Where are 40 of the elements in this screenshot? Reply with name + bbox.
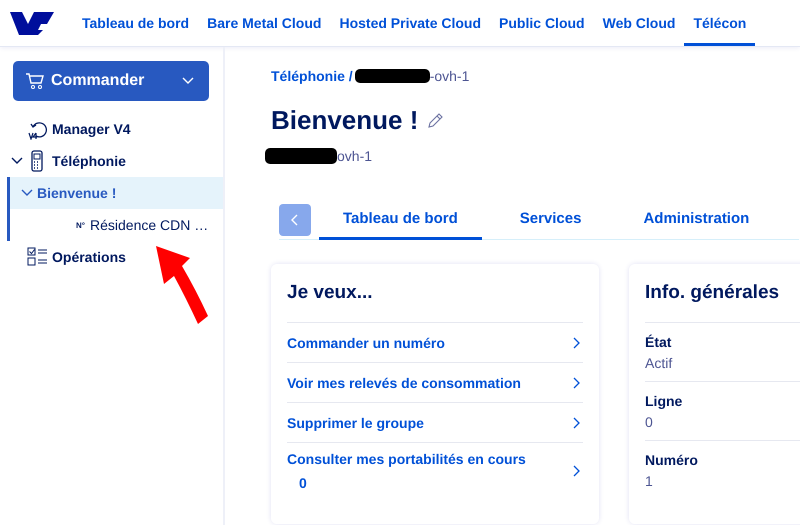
- checklist-icon: [27, 246, 49, 268]
- nav-tab[interactable]: Bare Metal Cloud: [198, 0, 330, 46]
- nav-tab[interactable]: Télécon: [684, 0, 756, 46]
- tree-item[interactable]: Téléphonie: [52, 153, 126, 169]
- breadcrumb-link[interactable]: Téléphonie /: [271, 68, 353, 84]
- page-tab[interactable]: Administration: [619, 210, 774, 240]
- tree-item[interactable]: Bienvenue !: [37, 185, 116, 201]
- page-title: Bienvenue !: [271, 105, 418, 136]
- redaction-mark: [265, 148, 337, 164]
- cart-icon: [25, 72, 45, 90]
- tree-item[interactable]: Manager V4: [52, 121, 131, 137]
- tree-item[interactable]: Résidence CDN …: [90, 217, 208, 233]
- card-title: Je veux...: [287, 282, 374, 304]
- back-button[interactable]: [279, 204, 311, 236]
- number-prefix: N°: [76, 220, 85, 230]
- field-label: État: [645, 334, 672, 350]
- action-link[interactable]: Voir mes relevés de consommation: [287, 374, 521, 390]
- action-link[interactable]: Commander un numéro: [287, 334, 445, 350]
- field-label: Ligne: [645, 393, 684, 409]
- field-value: 1: [645, 473, 654, 489]
- field-value: Actif: [645, 355, 674, 371]
- page-tab[interactable]: Services: [496, 210, 606, 240]
- pencil-icon: [426, 112, 444, 130]
- nav-tab[interactable]: Public Cloud: [490, 0, 594, 46]
- page-tab[interactable]: Tableau de bord: [319, 210, 482, 240]
- order-button[interactable]: Commander: [13, 61, 209, 101]
- nav-tab[interactable]: Hosted Private Cloud: [330, 0, 490, 46]
- card-title: Info. générales: [645, 282, 780, 304]
- count-text: 0: [299, 474, 308, 493]
- field-label: Numéro: [645, 452, 699, 468]
- breadcrumb-text: -ovh-1: [430, 68, 470, 84]
- field-value: 0: [645, 414, 654, 430]
- chevron-left-icon: [290, 214, 300, 226]
- action-link[interactable]: Consulter mes portabilités en cours: [287, 451, 526, 467]
- action-link[interactable]: Supprimer le groupe: [287, 414, 424, 430]
- subtitle: ovh-1: [337, 148, 372, 164]
- tree-item[interactable]: Opérations: [52, 249, 126, 265]
- logo-icon: [9, 10, 55, 36]
- nav-tab[interactable]: Web Cloud: [594, 0, 684, 46]
- nav-tab[interactable]: Tableau de bord: [73, 0, 198, 46]
